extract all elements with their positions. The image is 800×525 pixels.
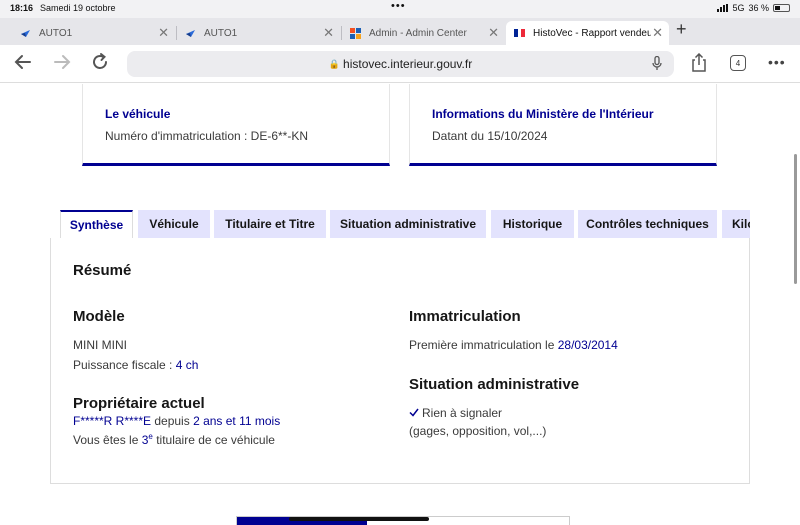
first-registration: Première immatriculation le 28/03/2014 [409, 338, 618, 352]
owner-heading: Propriétaire actuel [73, 395, 205, 412]
more-options-icon[interactable]: ••• [768, 54, 786, 70]
microphone-icon[interactable] [652, 55, 662, 76]
owner-since-label: depuis [151, 414, 194, 428]
reload-icon[interactable] [90, 52, 110, 78]
fiscal-power: Puissance fiscale : 4 ch [73, 358, 198, 372]
first-registration-label: Première immatriculation le [409, 338, 558, 352]
summary-panel: Résumé Modèle MINI MINI Puissance fiscal… [50, 238, 750, 484]
admin-status-heading: Situation administrative [409, 376, 580, 393]
tab-titulaire-titre[interactable]: Titulaire et Titre [214, 210, 326, 238]
model-heading: Modèle [73, 308, 125, 325]
french-flag-icon [514, 28, 525, 39]
auto1-logo-icon [185, 28, 196, 39]
tab-title: AUTO1 [39, 27, 73, 39]
fiscal-power-label: Puissance fiscale : [73, 358, 176, 372]
owner-rank: Vous êtes le 3e titulaire de ce véhicule [73, 432, 275, 447]
browser-tab-auto1-2[interactable]: AUTO1 ✕ [177, 21, 340, 45]
tab-overview-button[interactable]: 4 [730, 55, 746, 71]
admin-status-detail: (gages, opposition, vol,...) [409, 424, 547, 438]
share-icon[interactable] [690, 52, 708, 79]
tab-kilometrage[interactable]: Kilométrage [722, 210, 750, 238]
forward-arrow-icon[interactable] [52, 52, 72, 78]
owner-name: F*****R R****E [73, 414, 152, 428]
tab-title: HistoVec - Rapport vendeur [533, 27, 651, 39]
close-tab-icon[interactable]: ✕ [652, 25, 663, 41]
ministry-card-text: Datant du 15/10/2024 [432, 129, 548, 143]
ministry-card: Informations du Ministère de l'Intérieur… [409, 84, 717, 166]
browser-tab-admin-center[interactable]: Admin - Admin Center ✕ [342, 21, 505, 45]
tab-title: Admin - Admin Center [369, 27, 467, 39]
address-bar[interactable]: 🔒 histovec.interieur.gouv.fr [127, 51, 674, 77]
model-name: MINI MINI [73, 338, 127, 352]
owner-line: F*****R R****E depuis 2 ans et 11 mois [73, 414, 280, 428]
checkmark-icon [409, 406, 419, 420]
tab-synthese[interactable]: Synthèse [60, 210, 133, 238]
admin-status-line: Rien à signaler [409, 406, 502, 420]
signal-icon [717, 4, 729, 12]
tab-historique[interactable]: Historique [491, 210, 574, 238]
status-time: 18:16 [10, 3, 34, 13]
new-tab-icon[interactable]: + [676, 19, 687, 40]
tab-vehicule[interactable]: Véhicule [138, 210, 210, 238]
multitask-dots-icon[interactable]: ••• [391, 0, 406, 12]
lock-icon: 🔒 [328, 58, 341, 69]
vehicle-card: Le véhicule Numéro d'immatriculation : D… [82, 84, 390, 166]
tab-title: AUTO1 [204, 27, 238, 39]
close-tab-icon[interactable]: ✕ [158, 25, 169, 41]
summary-title: Résumé [73, 262, 132, 279]
vehicle-card-heading: Le véhicule [105, 107, 171, 121]
owner-rank-suffix: titulaire de ce véhicule [152, 433, 275, 447]
status-bar: 18:16 Samedi 19 octobre ••• 5G 36 % [0, 0, 800, 18]
admin-center-icon [350, 27, 361, 39]
home-indicator[interactable] [289, 517, 429, 521]
vehicle-card-text: Numéro d'immatriculation : DE-6**-KN [105, 129, 309, 143]
ministry-card-heading: Informations du Ministère de l'Intérieur [432, 107, 654, 121]
fiscal-power-value: 4 ch [175, 358, 199, 372]
back-arrow-icon[interactable] [13, 52, 33, 78]
network-label: 5G [732, 3, 745, 13]
bottom-action-bar [236, 516, 570, 525]
registration-heading: Immatriculation [409, 308, 521, 325]
browser-tab-bar: AUTO1 ✕ AUTO1 ✕ Admin - Admin Center ✕ H… [0, 18, 800, 45]
report-tabs: Synthèse Véhicule Titulaire et Titre Sit… [60, 210, 750, 238]
browser-tab-auto1-1[interactable]: AUTO1 ✕ [12, 21, 175, 45]
browser-toolbar: 🔒 histovec.interieur.gouv.fr 4 ••• [0, 45, 800, 83]
battery-percent: 36 % [748, 3, 769, 13]
status-date: Samedi 19 octobre [40, 3, 116, 13]
tab-situation-administrative[interactable]: Situation administrative [330, 210, 486, 238]
first-registration-date: 28/03/2014 [557, 338, 618, 352]
close-tab-icon[interactable]: ✕ [323, 25, 334, 41]
close-tab-icon[interactable]: ✕ [488, 25, 499, 41]
battery-icon [773, 4, 790, 12]
admin-status-text: Rien à signaler [422, 406, 503, 420]
browser-tab-histovec[interactable]: HistoVec - Rapport vendeur ✕ [506, 21, 669, 45]
page-scrollbar[interactable] [794, 154, 797, 284]
auto1-logo-icon [20, 28, 31, 39]
tab-controles-techniques[interactable]: Contrôles techniques [578, 210, 717, 238]
owner-rank-prefix: Vous êtes le [73, 433, 142, 447]
url-text: histovec.interieur.gouv.fr [343, 57, 473, 71]
page-content: Le véhicule Numéro d'immatriculation : D… [0, 84, 800, 525]
owner-duration: 2 ans et 11 mois [193, 414, 281, 428]
